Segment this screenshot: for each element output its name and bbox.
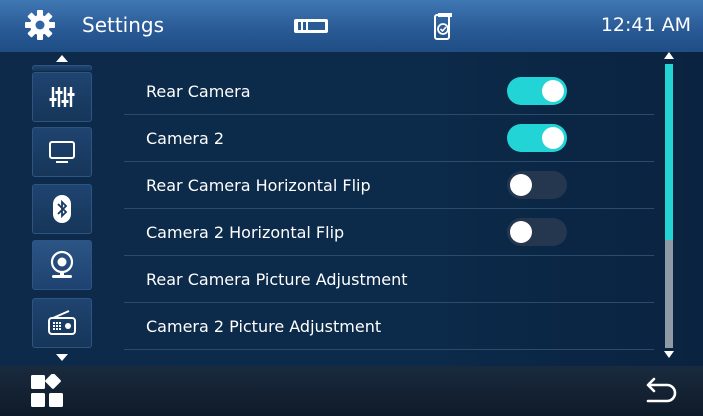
setting-label: Rear Camera Horizontal Flip — [146, 176, 371, 195]
sidebar-scroll-down-icon[interactable] — [56, 354, 68, 361]
setting-label: Camera 2 — [146, 129, 225, 148]
list-scroll-up-icon[interactable] — [664, 52, 674, 59]
toggle-knob — [542, 127, 564, 149]
toggle-knob — [510, 221, 532, 243]
settings-list: Rear Camera Camera 2 Rear Camera Horizon… — [124, 68, 654, 350]
list-scroll-down-icon[interactable] — [664, 351, 674, 358]
setting-row-rear-camera-picture[interactable]: Rear Camera Picture Adjustment — [124, 256, 654, 303]
setting-label: Camera 2 Horizontal Flip — [146, 223, 345, 242]
battery-icon — [294, 19, 328, 33]
apps-grid-icon[interactable] — [30, 374, 64, 408]
sidebar-item-radio[interactable] — [32, 298, 92, 348]
toggle-knob — [542, 80, 564, 102]
category-sidebar — [30, 52, 94, 366]
bluetooth-icon — [53, 195, 71, 223]
footer-bar — [0, 366, 703, 416]
setting-row-camera-2-picture[interactable]: Camera 2 Picture Adjustment — [124, 303, 654, 350]
sidebar-item-audio[interactable] — [32, 72, 92, 122]
settings-panel: Rear Camera Camera 2 Rear Camera Horizon… — [0, 52, 703, 366]
setting-label: Rear Camera Picture Adjustment — [146, 270, 408, 289]
setting-row-rear-camera-flip[interactable]: Rear Camera Horizontal Flip — [124, 162, 654, 209]
radio-icon — [48, 310, 76, 335]
setting-row-camera-2-flip[interactable]: Camera 2 Horizontal Flip — [124, 209, 654, 256]
display-icon — [49, 141, 75, 163]
sidebar-item-bluetooth[interactable] — [32, 184, 92, 234]
camera-2-toggle[interactable] — [507, 124, 567, 152]
scrollbar-thumb[interactable] — [665, 64, 673, 240]
toggle-knob — [510, 174, 532, 196]
setting-row-rear-camera[interactable]: Rear Camera — [124, 68, 654, 115]
sidebar-scroll-up-icon[interactable] — [56, 55, 68, 62]
rear-camera-toggle[interactable] — [507, 77, 567, 105]
setting-label: Rear Camera — [146, 82, 251, 101]
sidebar-item-camera[interactable] — [32, 240, 92, 290]
sidebar-item-display[interactable] — [32, 127, 92, 177]
back-icon[interactable] — [642, 376, 678, 406]
setting-row-camera-2[interactable]: Camera 2 — [124, 115, 654, 162]
phone-link-icon — [434, 13, 452, 40]
camera-2-flip-toggle[interactable] — [507, 218, 567, 246]
clock: 12:41 AM — [600, 14, 691, 36]
header-bar: Settings 12:41 AM — [0, 0, 703, 52]
gear-icon[interactable] — [24, 9, 56, 41]
rear-camera-flip-toggle[interactable] — [507, 171, 567, 199]
equalizer-icon — [49, 87, 75, 107]
sidebar-item-partial — [32, 65, 92, 71]
setting-label: Camera 2 Picture Adjustment — [146, 317, 382, 336]
page-title: Settings — [82, 13, 165, 37]
camera-icon — [50, 250, 74, 278]
